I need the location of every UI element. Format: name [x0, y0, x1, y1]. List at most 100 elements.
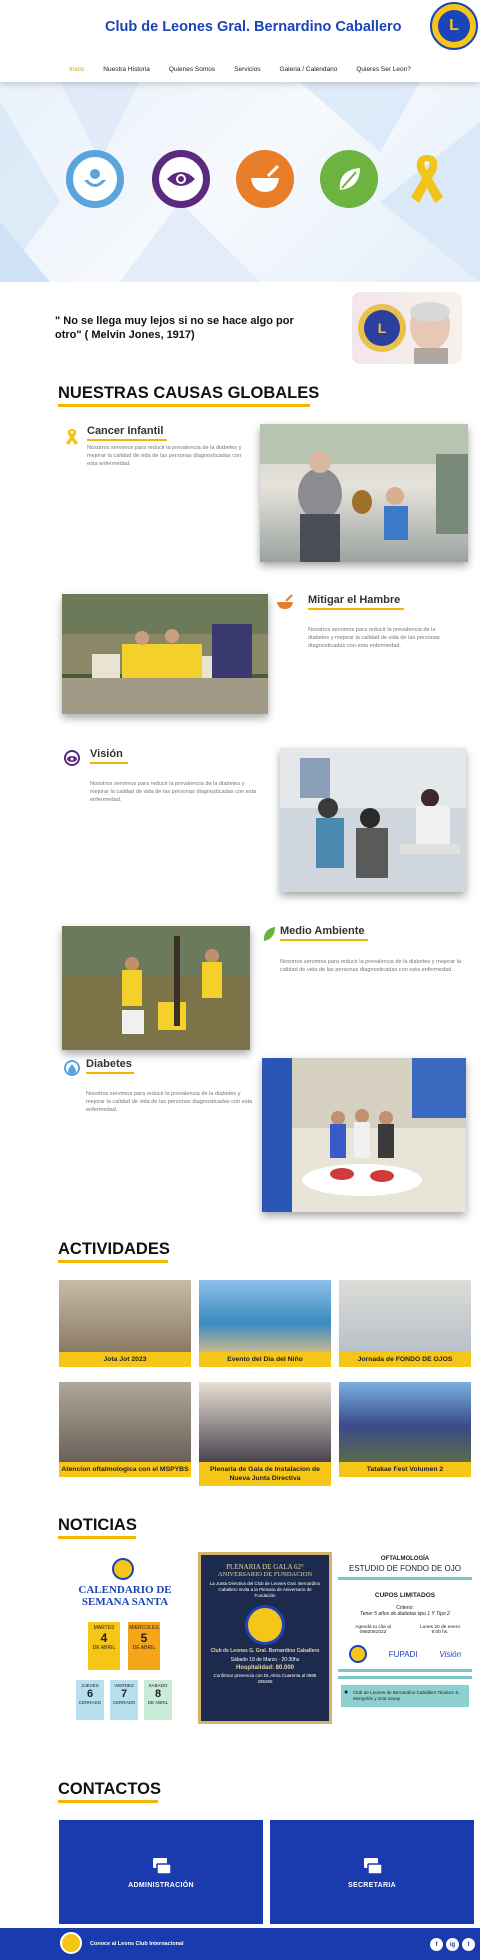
oftalmo-criteria: Tener 5 años de diabetas tipo 1 Y Tipo 2: [360, 1611, 450, 1617]
calendar-day: MIERCOLES 5 DE ABRIL: [128, 1622, 160, 1670]
melvin-jones-portrait: L: [352, 292, 462, 364]
gala-lions-logo: [245, 1605, 285, 1645]
vision-eye-small-icon: [64, 750, 80, 766]
cause-text-hunger: Nosotros servimos para reducir la preval…: [308, 627, 440, 649]
news-oftalmo-poster[interactable]: OFTALMOLOGÍA ESTUDIO DE FONDO DE OJO CUP…: [338, 1556, 472, 1748]
food-bowl-icon: [236, 150, 294, 208]
oftalmo-divider: [338, 1676, 472, 1679]
gala-confirm: Confirmar presencia con DL Alma Cuarenta…: [213, 1673, 317, 1684]
news-section-title: NOTICIAS: [58, 1516, 137, 1534]
partner-fupadi: FUPADI: [388, 1649, 418, 1659]
oftalmo-address-box: ● Club de Leones de Bernardino Caballero…: [341, 1685, 469, 1707]
environment-leaf-icon: [320, 150, 378, 208]
activity-caption: Tatakae Fest Volumen 2: [339, 1462, 471, 1477]
cancer-ribbon-small-icon: [64, 428, 80, 445]
oftalmo-agenda: Agendá tu cita al 0982081022: [355, 1625, 391, 1635]
cause-text-environment: Nosotros servimos para reducir la preval…: [280, 959, 461, 973]
nav-inicio[interactable]: Inicio: [69, 66, 84, 73]
activity-caption: Atencion oftalmologica con el MSPYBS: [59, 1462, 191, 1477]
nav-galeria[interactable]: Galeria / Calendario: [280, 66, 338, 73]
calendar-lions-logo: [112, 1558, 134, 1580]
main-nav: Inicio Nuestra Historia Quienes Somos Se…: [0, 66, 480, 73]
nav-historia[interactable]: Nuestra Historia: [103, 66, 150, 73]
calendar-day: VIERNES 7 CERRADO: [110, 1680, 138, 1720]
leaf-small-icon: [262, 926, 278, 942]
gala-line2: ANIVERSARIO DE FUNDACION: [217, 1571, 313, 1578]
activity-card[interactable]: Jornada de FONDO DE OJOS: [339, 1280, 471, 1367]
melvin-jones-quote: " No se llega muy lejos si no se hace al…: [55, 315, 294, 341]
contact-section-title: CONTACTOS: [58, 1780, 161, 1798]
nav-ser-leon[interactable]: Quieres Ser Leon?: [356, 66, 411, 73]
activity-image: [199, 1382, 331, 1462]
activity-image: [59, 1280, 191, 1352]
nav-quienes-somos[interactable]: Quienes Somos: [169, 66, 215, 73]
svg-text:L: L: [378, 320, 387, 336]
causes-title-underline: [58, 404, 310, 407]
cause-underline: [90, 762, 128, 764]
nav-servicios[interactable]: Servicios: [234, 66, 260, 73]
location-pin-icon: ●: [344, 1689, 349, 1696]
activity-card[interactable]: Atencion oftalmologica con el MSPYBS: [59, 1382, 191, 1486]
activity-caption: Evento del Día del Niño: [199, 1352, 331, 1367]
secretary-cash-icon: [364, 1857, 382, 1874]
lions-logo-letter: L: [438, 10, 470, 42]
calendar-heading: CALENDARIO DE SEMANA SANTA: [78, 1584, 172, 1608]
activity-image: [59, 1382, 191, 1462]
activity-caption: Jornada de FONDO DE OJOS: [339, 1352, 471, 1367]
oftalmo-lions-logo: [348, 1645, 367, 1663]
gala-date: Sábado 18 de Marzo · 20:30hs: [230, 1657, 300, 1663]
causes-section-title: NUESTRAS CAUSAS GLOBALES: [58, 384, 320, 402]
news-calendar-poster[interactable]: CALENDARIO DE SEMANA SANTA MARTES 4 DE ABR…: [62, 1552, 188, 1742]
site-footer: Conoce al Leons Club Internacional f ig …: [0, 1928, 480, 1960]
activity-image: [339, 1280, 471, 1352]
activity-card[interactable]: Tatakae Fest Volumen 2: [339, 1382, 471, 1478]
gala-club: Club de Leones G. Gral. Bernardino Cabal…: [210, 1648, 320, 1654]
oftalmo-tag: OFTALMOLOGÍA: [380, 1556, 430, 1562]
cause-photo-cancer: [260, 424, 468, 562]
lions-logo[interactable]: L: [430, 2, 478, 50]
cause-text-vision: Nosotros servimos para reducir la preval…: [90, 781, 257, 803]
site-title: Club de Leones Gral. Bernardino Caballer…: [105, 19, 402, 35]
diabetes-drop-icon: [64, 1060, 80, 1076]
calendar-day: SABADO 8 DE ABRIL: [144, 1680, 172, 1720]
cause-text-diabetes: Nosotros servimos para reducir la preval…: [86, 1091, 253, 1113]
activities-title-underline: [58, 1260, 168, 1263]
contact-secretary-label: SECRETARIA: [348, 1881, 396, 1889]
activity-card[interactable]: Jota Jot 2023: [59, 1280, 191, 1367]
cause-underline: [280, 939, 368, 941]
news-title-underline: [58, 1536, 136, 1539]
oftalmo-sub: CUPOS LIMITADOS: [374, 1592, 436, 1599]
twitter-icon[interactable]: t: [462, 1938, 475, 1951]
oftalmo-divider: [338, 1669, 472, 1672]
contact-secretary-box[interactable]: SECRETARIA: [270, 1820, 474, 1924]
gala-line1: PLENARIA DE GALA 62°: [226, 1563, 304, 1571]
activities-section-title: ACTIVIDADES: [58, 1240, 170, 1258]
partner-vision: Visión: [439, 1649, 462, 1659]
footer-link-lions-international[interactable]: Conoce al Leons Club Internacional: [90, 1941, 184, 1947]
admin-cash-icon: [153, 1857, 171, 1874]
cause-photo-diabetes: [262, 1058, 466, 1212]
cancer-ribbon-icon: [398, 150, 456, 208]
activity-image: [339, 1382, 471, 1462]
cause-underline: [308, 608, 404, 610]
calendar-day: JUEVES 6 CERRADO: [76, 1680, 104, 1720]
cause-underline: [86, 1072, 134, 1074]
news-gala-poster[interactable]: PLENARIA DE GALA 62° ANIVERSARIO DE FUND…: [198, 1552, 332, 1724]
facebook-icon[interactable]: f: [430, 1938, 443, 1951]
contact-admin-box[interactable]: ADMINISTRACIÓN: [59, 1820, 263, 1924]
calendar-day: MARTES 4 DE ABRIL: [88, 1622, 120, 1670]
instagram-icon[interactable]: ig: [446, 1938, 459, 1951]
food-bowl-small-icon: [276, 594, 293, 610]
oftalmo-divider: [338, 1577, 472, 1580]
cause-title-diabetes: Diabetes: [86, 1058, 132, 1070]
cause-title-cancer: Cancer Infantil: [87, 425, 164, 437]
activity-card[interactable]: Plenaria de Gala de Instalacion de Nueva…: [199, 1382, 331, 1486]
footer-lions-logo[interactable]: [60, 1932, 82, 1954]
activity-card[interactable]: Evento del Día del Niño: [199, 1280, 331, 1367]
oftalmo-title: ESTUDIO DE FONDO DE OJO: [348, 1564, 461, 1573]
hunger-hands-icon: [66, 150, 124, 208]
contact-admin-label: ADMINISTRACIÓN: [128, 1881, 194, 1889]
contact-title-underline: [58, 1800, 158, 1803]
site-header: Club de Leones Gral. Bernardino Caballer…: [0, 0, 480, 82]
cause-photo-hunger: [62, 594, 268, 714]
